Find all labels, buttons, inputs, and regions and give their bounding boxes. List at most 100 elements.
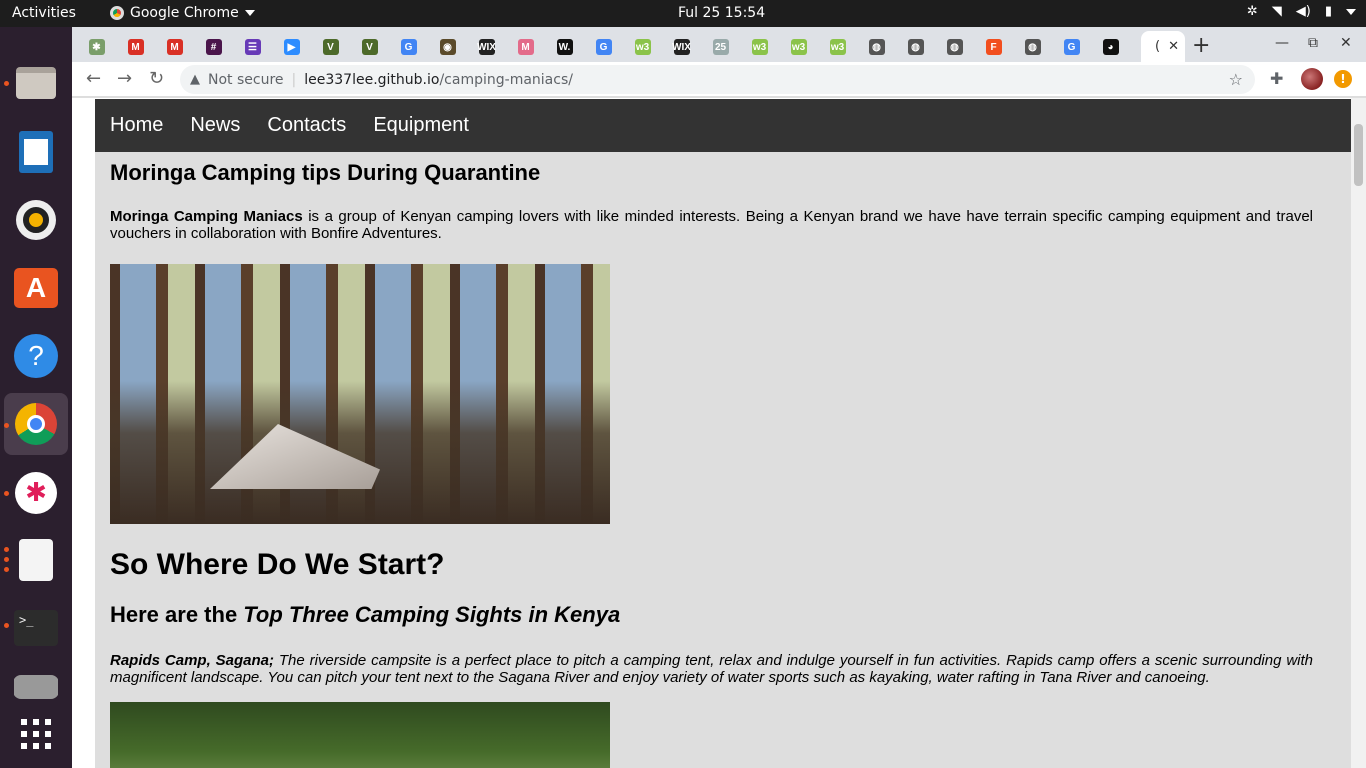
top-sights-prefix: Here are the bbox=[110, 602, 244, 627]
running-indicator bbox=[4, 547, 9, 552]
tab[interactable]: 25 bbox=[701, 33, 740, 61]
files-icon[interactable] bbox=[13, 60, 59, 106]
tab[interactable]: V bbox=[350, 33, 389, 61]
page-title: Moringa Camping tips During Quarantine bbox=[110, 160, 541, 185]
tab[interactable]: G bbox=[389, 33, 428, 61]
close-window-button[interactable]: ✕ bbox=[1340, 35, 1352, 51]
tab[interactable]: ▶ bbox=[272, 33, 311, 61]
tab[interactable]: ◍ bbox=[857, 33, 896, 61]
divider: | bbox=[291, 71, 297, 88]
google-icon-2: G bbox=[595, 39, 612, 55]
wifi-icon[interactable]: ◥ bbox=[1272, 4, 1282, 19]
tab[interactable]: w3 bbox=[740, 33, 779, 61]
system-tray[interactable]: ✲ ◥ ◀) ▮ bbox=[1247, 4, 1356, 19]
rhythmbox-icon[interactable] bbox=[13, 197, 59, 243]
google-icon: G bbox=[400, 39, 417, 55]
forest-tent-image bbox=[110, 264, 610, 524]
volume-icon[interactable]: ◀) bbox=[1296, 4, 1311, 19]
running-indicator bbox=[4, 567, 9, 572]
chrome-icon bbox=[110, 6, 124, 20]
chrome-window: ✱ M M # ☰ ▶ V V G ◉ WIX M W. Gw3 WIX 25 w3 w3 w3 ◍ ◍ ◍ F ◍ G ◕ ( … bbox=[72, 27, 1366, 768]
page-viewport: Home News Contacts Equipment Moringa Cam… bbox=[72, 98, 1366, 768]
chevron-down-icon bbox=[244, 10, 255, 16]
calendar-icon: 25 bbox=[712, 39, 729, 55]
tab[interactable]: G bbox=[584, 33, 623, 61]
security-label[interactable]: Not secure bbox=[208, 72, 284, 88]
activities-button[interactable]: Activities bbox=[12, 5, 76, 21]
scrollbar-thumb[interactable] bbox=[1354, 124, 1363, 186]
tab[interactable]: w3 bbox=[818, 33, 857, 61]
tab[interactable]: w3 bbox=[623, 33, 662, 61]
show-apps-icon[interactable] bbox=[13, 711, 59, 757]
tab[interactable]: w3 bbox=[779, 33, 818, 61]
tab[interactable]: ◕ bbox=[1091, 33, 1130, 61]
tab[interactable]: WIX bbox=[662, 33, 701, 61]
rapids-camp-image bbox=[110, 702, 610, 768]
tent-shape bbox=[210, 424, 380, 489]
w3-icon-4: w3 bbox=[829, 39, 846, 55]
new-tab-button[interactable]: + bbox=[1192, 33, 1210, 58]
profile-avatar[interactable] bbox=[1301, 68, 1323, 90]
system-top-bar: Activities Google Chrome Ful 25 15:54 ✲ … bbox=[0, 0, 1366, 27]
tab[interactable]: ◍ bbox=[935, 33, 974, 61]
terminal-icon[interactable]: >_ bbox=[13, 605, 59, 651]
reload-button[interactable]: ↻ bbox=[149, 68, 164, 89]
main-content: Moringa Camping tips During Quarantine M… bbox=[110, 152, 1313, 768]
nav-equipment[interactable]: Equipment bbox=[373, 114, 469, 137]
rapids-title: Rapids Camp, Sagana; bbox=[110, 652, 274, 669]
help-icon[interactable]: ? bbox=[13, 333, 59, 379]
tab[interactable]: F bbox=[974, 33, 1013, 61]
tab[interactable]: ◍ bbox=[896, 33, 935, 61]
nav-contacts[interactable]: Contacts bbox=[267, 114, 346, 137]
wix-icon-2: WIX bbox=[672, 39, 691, 55]
tab[interactable]: V bbox=[311, 33, 350, 61]
tab[interactable]: ◉ bbox=[428, 33, 467, 61]
tab[interactable]: ◍ bbox=[1013, 33, 1052, 61]
slack-icon[interactable]: ✱ bbox=[13, 470, 59, 516]
scrollbar[interactable] bbox=[1351, 98, 1366, 768]
clock[interactable]: Ful 25 15:54 bbox=[678, 5, 765, 21]
nav-home[interactable]: Home bbox=[110, 114, 163, 137]
back-button[interactable]: ← bbox=[86, 68, 101, 89]
extensions-icon[interactable]: ✚ bbox=[1270, 69, 1283, 88]
palm-icon: ✱ bbox=[88, 39, 105, 55]
nav-news[interactable]: News bbox=[190, 114, 240, 137]
update-icon[interactable]: ! bbox=[1334, 70, 1352, 88]
globe-icon-2: ◍ bbox=[907, 39, 924, 55]
url-host: lee337lee.github.io bbox=[304, 71, 440, 88]
tab[interactable]: M bbox=[116, 33, 155, 61]
google-icon-3: G bbox=[1063, 39, 1080, 55]
tab[interactable]: WIX bbox=[467, 33, 506, 61]
chevron-down-icon[interactable] bbox=[1346, 8, 1356, 15]
writer-icon[interactable] bbox=[13, 129, 59, 175]
minimize-button[interactable]: — bbox=[1275, 35, 1289, 51]
running-indicator bbox=[4, 623, 9, 628]
w-icon: W. bbox=[556, 39, 573, 55]
tab[interactable]: G bbox=[1052, 33, 1091, 61]
battery-icon[interactable]: ▮ bbox=[1325, 4, 1332, 19]
tab[interactable]: ✱ bbox=[77, 33, 116, 61]
app-menu[interactable]: Google Chrome bbox=[110, 5, 255, 21]
address-bar[interactable]: ▲ Not secure | lee337lee.github.io /camp… bbox=[180, 65, 1255, 94]
tab[interactable]: # bbox=[194, 33, 233, 61]
slack-tray-icon[interactable]: ✲ bbox=[1247, 4, 1258, 19]
close-tab-icon[interactable]: ✕ bbox=[1168, 39, 1179, 54]
drive-icon[interactable] bbox=[13, 675, 59, 699]
intro-paragraph: Moringa Camping Maniacs is a group of Ke… bbox=[110, 208, 1313, 242]
bookmark-star-icon[interactable]: ☆ bbox=[1229, 70, 1243, 89]
tab[interactable]: M bbox=[506, 33, 545, 61]
top-sights-heading: Here are the Top Three Camping Sights in… bbox=[110, 602, 1313, 628]
chrome-icon[interactable] bbox=[4, 393, 68, 455]
tab[interactable]: M bbox=[155, 33, 194, 61]
tab[interactable]: W. bbox=[545, 33, 584, 61]
document-icon[interactable] bbox=[13, 537, 59, 583]
warning-icon[interactable]: ▲ bbox=[190, 72, 200, 87]
w3-icon: w3 bbox=[634, 39, 651, 55]
software-center-icon[interactable]: A bbox=[13, 265, 59, 311]
forward-button[interactable]: → bbox=[117, 68, 132, 89]
restore-button[interactable]: ⧉ bbox=[1308, 35, 1318, 51]
running-indicator bbox=[4, 81, 9, 86]
tab[interactable]: ☰ bbox=[233, 33, 272, 61]
active-tab[interactable]: ( ✕ bbox=[1141, 31, 1185, 62]
browser-toolbar: ← → ↻ ▲ Not secure | lee337lee.github.io… bbox=[72, 62, 1366, 97]
